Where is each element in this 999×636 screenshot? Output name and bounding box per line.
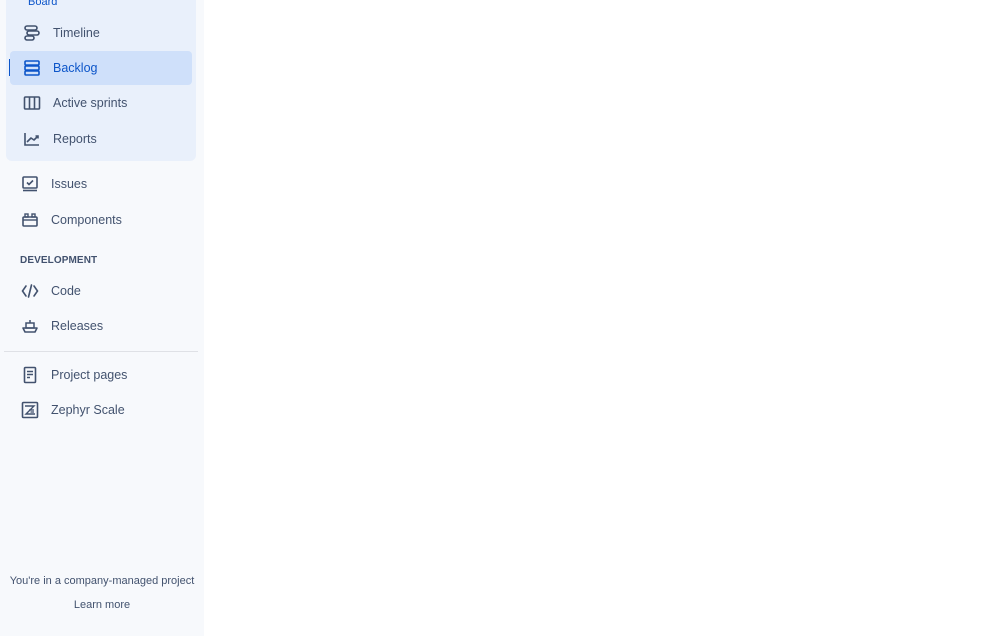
sidebar-item-reports[interactable]: Reports [10, 122, 192, 156]
sidebar-item-label: Active sprints [53, 96, 128, 110]
sidebar-item-backlog[interactable]: Backlog [10, 51, 192, 85]
main-content [204, 0, 999, 636]
code-icon [20, 281, 40, 301]
backlog-icon [22, 58, 42, 78]
project-sidebar: Board Timeline Backlog Active sprints Re… [0, 0, 204, 636]
zephyr-scale-icon [20, 400, 40, 420]
sidebar-item-issues[interactable]: Issues [10, 167, 196, 201]
sidebar-item-label: Backlog [53, 61, 98, 75]
learn-more-link[interactable]: Learn more [0, 599, 204, 611]
sidebar-item-zephyr-scale[interactable]: Zephyr Scale [10, 393, 196, 427]
sidebar-item-components[interactable]: Components [10, 203, 196, 237]
board-label[interactable]: Board [28, 0, 57, 8]
sidebar-item-label: Zephyr Scale [51, 403, 125, 417]
sidebar-item-releases[interactable]: Releases [10, 309, 196, 343]
sidebar-item-code[interactable]: Code [10, 274, 196, 308]
columns-icon [22, 93, 42, 113]
sidebar-item-label: Project pages [51, 368, 128, 382]
company-managed-notice: You're in a company-managed project [9, 575, 195, 587]
development-heading: DEVELOPMENT [20, 255, 98, 266]
page-icon [20, 365, 40, 385]
ship-icon [20, 316, 40, 336]
sidebar-item-label: Reports [53, 132, 97, 146]
sidebar-item-active-sprints[interactable]: Active sprints [10, 86, 192, 120]
sidebar-item-project-pages[interactable]: Project pages [10, 358, 196, 392]
sidebar-item-label: Releases [51, 319, 104, 333]
app-window: Board Timeline Backlog Active sprints Re… [0, 0, 999, 636]
sidebar-item-label: Timeline [53, 26, 100, 40]
sidebar-item-label: Issues [51, 177, 88, 191]
sidebar-item-timeline[interactable]: Timeline [10, 16, 192, 50]
sidebar-divider [4, 351, 198, 352]
components-icon [20, 210, 40, 230]
sidebar-item-label: Components [51, 213, 122, 227]
issues-icon [20, 174, 40, 194]
timeline-icon [22, 23, 42, 43]
chart-line-icon [22, 129, 42, 149]
sidebar-item-label: Code [51, 284, 81, 298]
